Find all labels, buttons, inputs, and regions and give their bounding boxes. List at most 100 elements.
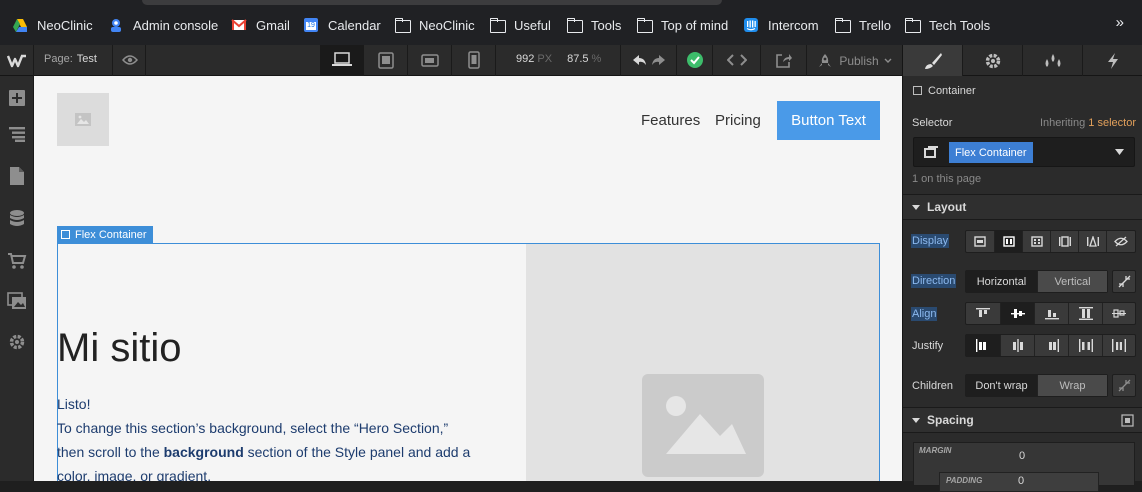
add-panel-button[interactable]	[0, 81, 34, 115]
reverse-direction-button[interactable]	[1112, 270, 1136, 293]
inheriting-count[interactable]: 1 selector	[1088, 117, 1136, 129]
folder-icon	[566, 17, 583, 33]
preview-button[interactable]	[112, 45, 146, 76]
align-baseline-button[interactable]	[1103, 303, 1135, 324]
element-type: Container	[913, 85, 1142, 97]
bookmark-folder-top-of-mind[interactable]: Top of mind	[636, 15, 728, 35]
left-tool-bar	[0, 76, 34, 481]
spacing-section-header[interactable]: Spacing	[903, 407, 1142, 433]
bookmark-folder-neoclinic[interactable]: NeoClinic	[394, 15, 475, 35]
breakpoint-landscape-button[interactable]	[408, 45, 452, 76]
reverse-wrap-button[interactable]	[1112, 374, 1136, 397]
display-grid-button[interactable]	[1023, 231, 1051, 252]
bookmark-label: NeoClinic	[37, 17, 93, 33]
page-name: Test	[76, 53, 97, 65]
selected-element-tag[interactable]: Flex Container	[57, 226, 153, 243]
hero-heading[interactable]: Mi sitio	[57, 326, 181, 371]
display-inline-button[interactable]	[1079, 231, 1107, 252]
align-start-button[interactable]	[966, 303, 1001, 324]
logo-placeholder[interactable]	[57, 93, 109, 146]
nav-button[interactable]: Button Text	[777, 101, 880, 140]
display-block-button[interactable]	[966, 231, 995, 252]
justify-end-button[interactable]	[1035, 335, 1069, 356]
share-icon	[776, 54, 792, 68]
padding-top-value[interactable]: 0	[1018, 475, 1024, 487]
breakpoint-desktop-button[interactable]	[320, 45, 364, 76]
folder-icon	[394, 17, 411, 33]
page-selector[interactable]: Page: Test	[44, 53, 97, 65]
selector-chip[interactable]: Flex Container	[949, 142, 1033, 163]
justify-label[interactable]: Justify	[911, 339, 944, 353]
bookmark-intercom[interactable]: Intercom	[743, 15, 819, 35]
spacing-box-icon	[1121, 414, 1134, 427]
navigator-button[interactable]	[0, 117, 34, 151]
bookmark-calendar[interactable]: 19 Calendar	[303, 15, 381, 35]
cms-button[interactable]	[0, 202, 34, 236]
layout-header-label: Layout	[927, 200, 967, 214]
code-export-button[interactable]	[712, 45, 760, 76]
align-center-button[interactable]	[1001, 303, 1035, 324]
layout-section-header[interactable]: Layout	[903, 194, 1142, 220]
nav-link-pricing[interactable]: Pricing	[715, 112, 761, 129]
align-stretch-button[interactable]	[1069, 303, 1103, 324]
display-none-button[interactable]	[1107, 231, 1135, 252]
container-icon	[913, 86, 922, 95]
share-button[interactable]	[760, 45, 806, 76]
pages-button[interactable]	[0, 159, 34, 193]
undo-redo-icon	[633, 55, 665, 65]
justify-space-between-button[interactable]	[1069, 335, 1103, 356]
align-label[interactable]: Align	[911, 307, 938, 321]
calendar-icon: 19	[303, 17, 319, 33]
tab-interactions[interactable]	[1083, 45, 1142, 76]
breakpoint-tablet-button[interactable]	[364, 45, 408, 76]
justify-start-button[interactable]	[966, 335, 1001, 356]
address-bar-edge	[142, 0, 722, 5]
save-status-button[interactable]	[676, 45, 712, 76]
bookmark-neoclinic-drive[interactable]: NeoClinic	[12, 15, 93, 35]
assets-button[interactable]	[0, 284, 34, 318]
direction-label[interactable]: Direction	[911, 274, 957, 288]
bookmark-label: Top of mind	[661, 17, 729, 33]
justify-space-around-button[interactable]	[1103, 335, 1135, 356]
padding-box[interactable]: PADDING 0	[939, 472, 1099, 492]
tab-style-manager[interactable]	[1023, 45, 1083, 76]
bookmark-folder-trello[interactable]: Trello	[834, 15, 891, 35]
display-flex-button[interactable]	[995, 231, 1023, 252]
lightning-icon	[1108, 53, 1118, 69]
undo-redo-buttons[interactable]	[620, 45, 676, 76]
direction-horizontal-button[interactable]: Horizontal	[966, 271, 1038, 292]
bookmarks-overflow-button[interactable]: »	[1116, 14, 1124, 31]
ecommerce-button[interactable]	[0, 244, 34, 278]
margin-top-value[interactable]: 0	[1019, 450, 1025, 462]
bookmark-label: Trello	[859, 17, 892, 33]
bookmark-folder-tools[interactable]: Tools	[566, 15, 621, 35]
selected-element-name: Flex Container	[75, 228, 147, 241]
nav-link-features[interactable]: Features	[641, 112, 700, 129]
direction-vertical-button[interactable]: Vertical	[1038, 271, 1107, 292]
bookmark-gmail[interactable]: Gmail	[231, 15, 290, 35]
canvas-size-readout: 992 PX 87.5%	[516, 53, 601, 65]
display-label[interactable]: Display	[911, 234, 950, 248]
settings-button[interactable]	[0, 325, 34, 359]
tab-settings[interactable]	[963, 45, 1023, 76]
wrap-button[interactable]: Wrap	[1038, 375, 1107, 396]
display-inline-block-button[interactable]	[1051, 231, 1079, 252]
bookmark-folder-tech-tools[interactable]: Tech Tools	[904, 15, 990, 35]
breakpoint-portrait-button[interactable]	[452, 45, 496, 76]
tab-style[interactable]	[903, 45, 963, 76]
align-end-button[interactable]	[1035, 303, 1069, 324]
bookmark-folder-useful[interactable]: Useful	[489, 15, 551, 35]
hero-text-part: then scroll to the	[57, 444, 164, 460]
hero-paragraph[interactable]: Listo! To change this section’s backgrou…	[57, 392, 507, 481]
justify-center-button[interactable]	[1001, 335, 1035, 356]
selector-field[interactable]: Flex Container	[913, 137, 1135, 167]
wrap-segmented-control: Don't wrap Wrap	[965, 374, 1108, 397]
dont-wrap-button[interactable]: Don't wrap	[966, 375, 1038, 396]
webflow-logo-icon[interactable]	[0, 45, 34, 76]
publish-button[interactable]: Publish	[806, 45, 902, 76]
publish-label: Publish	[839, 53, 879, 68]
design-canvas[interactable]: Features Pricing Button Text Flex Contai…	[34, 76, 902, 481]
eye-icon	[122, 55, 138, 65]
children-label[interactable]: Children	[911, 379, 954, 393]
bookmark-admin-console[interactable]: Admin console	[108, 15, 218, 35]
